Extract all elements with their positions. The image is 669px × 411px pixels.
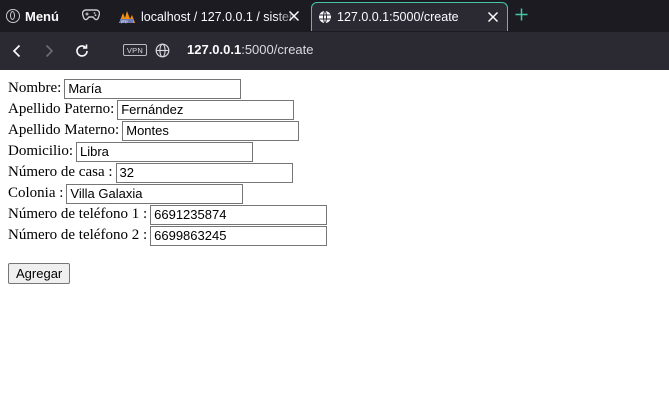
apellido-paterno-input[interactable]: [117, 99, 295, 120]
tab-title: 127.0.0.1:5000/create: [337, 10, 459, 24]
close-tab-icon[interactable]: [487, 11, 499, 23]
nombre-label: Nombre:: [8, 80, 62, 96]
apellido-paterno-label: Apellido Paterno:: [8, 101, 115, 117]
telefono-2-label: Número de teléfono 2 :: [8, 227, 148, 243]
domicilio-row: Domicilio:: [8, 141, 327, 162]
apellido-materno-row: Apellido Materno:: [8, 120, 327, 141]
back-arrow-icon[interactable]: [8, 42, 26, 60]
create-form: Nombre: Apellido Paterno: Apellido Mater…: [8, 78, 328, 284]
domicilio-label: Domicilio:: [8, 143, 73, 159]
address-bar[interactable]: 127.0.0.1:5000/create: [187, 42, 314, 57]
reload-icon[interactable]: [73, 42, 91, 60]
tab-bar: Menú php localhost / 127.0.0.1 / sistema…: [0, 0, 669, 32]
numero-casa-input[interactable]: [115, 162, 293, 183]
navigation-toolbar: VPN 127.0.0.1:5000/create: [0, 32, 669, 70]
colonia-row: Colonia :: [8, 183, 327, 204]
close-tab-icon[interactable]: [288, 10, 300, 22]
apellido-materno-input[interactable]: [122, 120, 300, 141]
numero-casa-label: Número de casa :: [8, 164, 113, 180]
globe-favicon-icon: [319, 10, 331, 24]
opera-logo-icon: [6, 9, 20, 23]
phpmyadmin-favicon-icon: php: [119, 10, 135, 23]
new-tab-icon[interactable]: [514, 7, 529, 22]
agregar-button[interactable]: Agregar: [8, 263, 71, 284]
telefono-1-row: Número de teléfono 1 :: [8, 204, 328, 225]
url-host: 127.0.0.1: [187, 42, 242, 57]
tab-title: localhost / 127.0.0.1 / sistema: [141, 9, 299, 24]
domicilio-input[interactable]: [76, 141, 253, 162]
numero-casa-row: Número de casa :: [8, 162, 327, 183]
forward-arrow-icon[interactable]: [40, 42, 58, 60]
colonia-input[interactable]: [66, 183, 244, 204]
url-path: :5000/create: [241, 42, 314, 57]
nombre-row: Nombre:: [8, 78, 327, 99]
telefono-2-row: Número de teléfono 2 :: [8, 225, 328, 246]
tab-phpmyadmin[interactable]: php localhost / 127.0.0.1 / sistema: [112, 2, 308, 31]
svg-text:php: php: [121, 18, 128, 23]
gamepad-icon[interactable]: [82, 8, 100, 22]
telefono-1-label: Número de teléfono 1 :: [8, 206, 148, 222]
menu-label: Menú: [25, 8, 59, 24]
tab-create[interactable]: 127.0.0.1:5000/create: [311, 2, 508, 31]
nombre-input[interactable]: [64, 78, 242, 99]
site-info-globe-icon[interactable]: [155, 43, 170, 58]
apellido-paterno-row: Apellido Paterno:: [8, 99, 327, 120]
telefono-1-input[interactable]: [150, 204, 328, 225]
vpn-badge[interactable]: VPN: [123, 44, 147, 56]
opera-menu-button[interactable]: Menú: [6, 5, 59, 27]
telefono-2-input[interactable]: [150, 225, 328, 246]
colonia-label: Colonia :: [8, 185, 64, 201]
vpn-label: VPN: [126, 45, 144, 55]
apellido-materno-label: Apellido Materno:: [8, 122, 120, 138]
